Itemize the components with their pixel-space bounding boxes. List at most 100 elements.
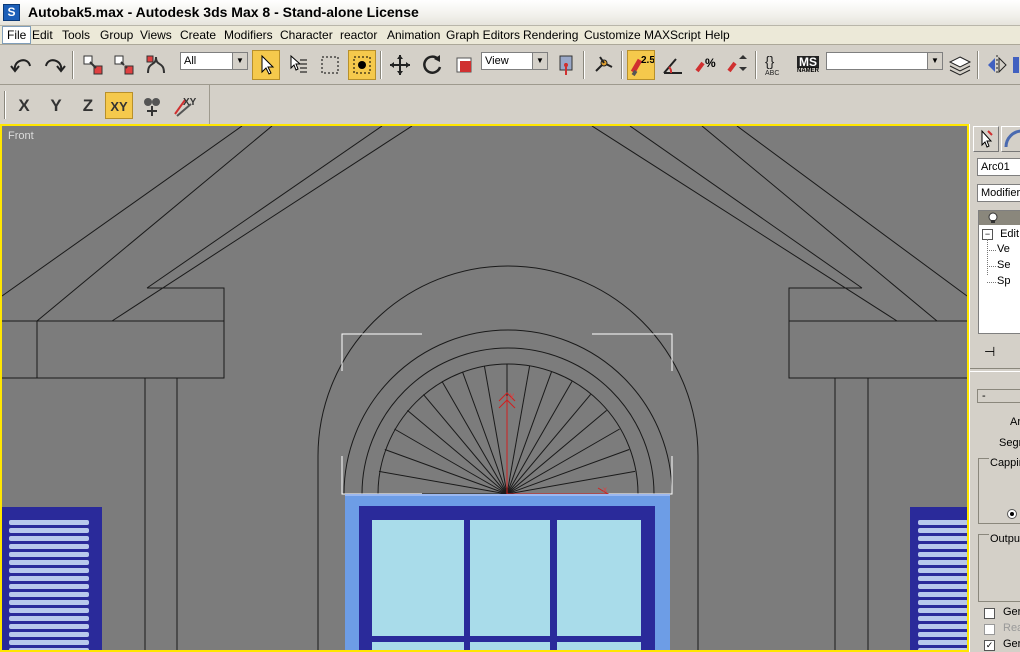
percent-snap-button[interactable]: % xyxy=(691,50,719,80)
menu-graph-editors[interactable]: Graph Editors xyxy=(442,26,524,44)
modifier-list-dropdown[interactable]: Modifier xyxy=(977,184,1020,202)
restrict-y-button[interactable]: Y xyxy=(42,92,70,119)
real-world-checkbox[interactable] xyxy=(984,624,995,635)
restrict-xy-button[interactable]: XY xyxy=(105,92,133,119)
stack-tree-branch xyxy=(987,282,996,283)
unlink-button[interactable] xyxy=(110,50,138,80)
menu-reactor[interactable]: reactor xyxy=(336,26,381,44)
window-crossing-button[interactable] xyxy=(348,50,376,80)
modifier-stack[interactable]: − Edit Ve Se Sp xyxy=(978,210,1020,334)
rollout-header[interactable]: - xyxy=(977,389,1020,403)
select-and-rotate-button[interactable] xyxy=(418,50,446,80)
selection-filter-dropdown[interactable]: All ▼ xyxy=(180,52,248,70)
axis-constraints-toolbar: X Y Z XY XY xyxy=(0,85,210,125)
chevron-down-icon: ▼ xyxy=(232,53,247,69)
toolbar-separator xyxy=(755,51,757,79)
undo-button[interactable] xyxy=(8,50,36,80)
toolbar-separator xyxy=(72,51,74,79)
menu-rendering[interactable]: Rendering xyxy=(519,26,582,44)
collapse-box-icon[interactable]: − xyxy=(982,228,993,240)
select-and-move-button[interactable] xyxy=(386,50,414,80)
toolbar-separator xyxy=(621,51,623,79)
shutter-louver xyxy=(9,632,89,637)
abc-label: ABC xyxy=(765,70,779,77)
param-segs-label: Segr xyxy=(999,437,1020,449)
layer-manager-button[interactable] xyxy=(946,50,974,80)
crossing-selection-icon xyxy=(353,56,371,74)
ms-label: MS xyxy=(797,55,819,69)
gen-mapping-checkbox[interactable] xyxy=(984,608,995,619)
stack-subobject-item[interactable]: Ve xyxy=(997,243,1010,255)
named-selection-sets-dropdown[interactable]: ▼ xyxy=(826,52,943,70)
stack-subobject-item[interactable]: Se xyxy=(997,259,1010,271)
menu-help[interactable]: Help xyxy=(701,26,734,44)
align-button[interactable] xyxy=(1012,50,1020,80)
toolbar-separator xyxy=(977,51,979,79)
link-icon xyxy=(83,55,103,75)
modify-arc-icon xyxy=(1004,129,1020,148)
shutter-louver xyxy=(918,568,967,573)
mirror-button[interactable] xyxy=(983,50,1011,80)
modify-tab[interactable] xyxy=(1001,126,1020,152)
snaps-toggle-button[interactable]: 2.5 xyxy=(627,50,655,80)
namer-button[interactable]: MS NAMER xyxy=(793,50,823,80)
object-name-field[interactable]: Arc01 xyxy=(977,158,1020,176)
namer-label: NAMER xyxy=(797,68,819,74)
capping-radio[interactable] xyxy=(1007,509,1017,519)
restrict-z-button[interactable]: Z xyxy=(74,92,102,119)
menu-animation[interactable]: Animation xyxy=(383,26,444,44)
select-object-button[interactable] xyxy=(252,50,280,80)
stack-subobject-item[interactable]: Sp xyxy=(997,275,1010,287)
pointer-icon xyxy=(261,54,275,75)
stack-item-edit-label: Edit xyxy=(1000,228,1020,240)
front-viewport[interactable]: Front x y xyxy=(0,124,969,652)
create-pointer-icon xyxy=(981,129,993,148)
shutter-louver xyxy=(9,520,89,525)
redo-button[interactable] xyxy=(40,50,68,80)
select-and-scale-button[interactable] xyxy=(450,50,478,80)
viewport-canvas[interactable]: x y xyxy=(2,126,967,650)
select-and-manipulate-button[interactable] xyxy=(590,50,618,80)
axis-plane-flyout-button[interactable] xyxy=(138,92,166,119)
bind-space-warp-button[interactable] xyxy=(142,50,170,80)
menu-tools[interactable]: Tools xyxy=(58,26,94,44)
viewport-label[interactable]: Front xyxy=(8,130,34,142)
menu-file[interactable]: File xyxy=(2,26,32,44)
restrict-x-button[interactable]: X xyxy=(10,92,38,119)
edit-named-selection-button[interactable]: {} ABC xyxy=(761,50,789,80)
shutter-louver xyxy=(9,560,89,565)
menu-edit[interactable]: Edit xyxy=(28,26,57,44)
menu-customize[interactable]: Customize xyxy=(580,26,645,44)
menu-views[interactable]: Views xyxy=(136,26,176,44)
select-by-name-button[interactable] xyxy=(284,50,312,80)
title-bar: S Autobak5.max - Autodesk 3ds Max 8 - St… xyxy=(0,0,1020,26)
rectangular-selection-button[interactable] xyxy=(316,50,344,80)
shutter-louver xyxy=(9,616,89,621)
create-tab[interactable] xyxy=(973,126,999,152)
right-shutter xyxy=(910,507,967,650)
shutter-louver xyxy=(918,552,967,557)
output-group: Outpu xyxy=(978,533,1020,602)
angle-snap-button[interactable] xyxy=(659,50,687,80)
redo-icon xyxy=(45,59,66,73)
menu-modifiers[interactable]: Modifiers xyxy=(220,26,277,44)
gen-material-checkbox[interactable]: ✓ xyxy=(984,640,995,651)
menu-character[interactable]: Character xyxy=(276,26,337,44)
pivot-center-button[interactable] xyxy=(552,50,580,80)
pin-stack-button[interactable]: ⊣ xyxy=(984,344,1004,360)
chevron-down-icon: ▼ xyxy=(532,53,547,69)
menu-create[interactable]: Create xyxy=(176,26,220,44)
3ds-max-app-icon[interactable]: S xyxy=(3,4,20,21)
reference-coordinate-dropdown[interactable]: View ▼ xyxy=(481,52,548,70)
spinner-snap-button[interactable] xyxy=(723,50,751,80)
rotate-icon xyxy=(423,55,442,74)
menu-maxscript[interactable]: MAXScript xyxy=(640,26,705,44)
menu-group[interactable]: Group xyxy=(96,26,137,44)
selection-filter-value: All xyxy=(184,55,197,67)
pivot-center-icon xyxy=(559,55,573,75)
gen-material-label: Ger xyxy=(1003,638,1020,650)
real-world-label: Rea xyxy=(1003,622,1020,634)
xy-plane-button[interactable]: XY xyxy=(170,92,198,119)
select-and-link-button[interactable] xyxy=(79,50,107,80)
axis-plane-icon xyxy=(144,97,160,116)
